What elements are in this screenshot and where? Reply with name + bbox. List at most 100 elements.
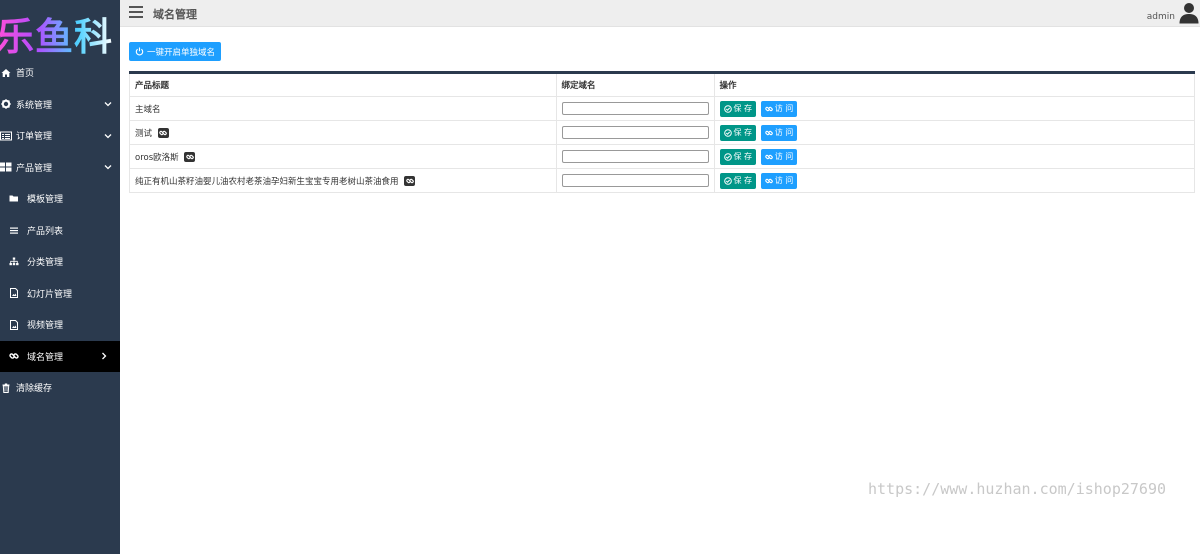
sidebar-item-label: 订单管理 (16, 132, 53, 143)
user-name[interactable]: admin (1147, 12, 1175, 22)
visit-label: 访 问 (774, 128, 794, 137)
visit-label: 访 问 (774, 152, 794, 161)
domain-cell (555, 168, 715, 193)
sidebar-item-label: 域名管理 (27, 352, 64, 363)
sidebar-item-categories[interactable]: 分类管理 (0, 246, 120, 278)
sidebar-nav: 首页 系统管理 订单管理 产品管理 模板管理 产品列表 分类管理 幻灯片管理 视… (0, 57, 120, 404)
link-icon (764, 177, 773, 185)
sidebar-item-label: 产品管理 (16, 163, 53, 174)
check-circle-icon (723, 104, 732, 113)
chevron-down-icon (104, 163, 112, 171)
column-header-domain: 绑定域名 (555, 72, 715, 97)
column-header-actions: 操作 (713, 72, 1196, 97)
product-title: oros欧洛斯 (135, 152, 179, 163)
link-icon[interactable] (404, 176, 416, 186)
link-icon[interactable] (184, 152, 196, 162)
image-icon (8, 319, 20, 331)
save-label: 保 存 (733, 176, 753, 185)
save-button[interactable]: 保 存 (719, 100, 757, 117)
sidebar-item-home[interactable]: 首页 (0, 57, 120, 89)
check-circle-icon (723, 128, 732, 137)
column-header-title: 产品标题 (129, 72, 557, 97)
gear-icon (0, 98, 12, 110)
chevron-down-icon (104, 100, 112, 108)
domain-input[interactable] (561, 126, 709, 139)
product-title-cell: 主域名 (129, 96, 557, 121)
sidebar-item-slides[interactable]: 幻灯片管理 (0, 278, 120, 310)
visit-button[interactable]: 访 问 (760, 100, 798, 117)
link-icon[interactable] (157, 128, 169, 138)
visit-label: 访 问 (774, 176, 794, 185)
product-title-cell: 纯正有机山茶籽油婴儿油农村老茶油孕妇新生宝宝专用老树山茶油食用 (129, 168, 557, 193)
actions-cell: 保 存 访 问 (713, 168, 1196, 193)
top-header: 域名管理 admin (120, 0, 1200, 27)
sidebar-item-products[interactable]: 产品管理 (0, 152, 120, 184)
sidebar-item-videos[interactable]: 视频管理 (0, 309, 120, 341)
table-row: 测试 保 存 访 问 (129, 120, 1196, 145)
sidebar-item-domains[interactable]: 域名管理 (0, 340, 120, 372)
product-title-cell: oros欧洛斯 (129, 144, 557, 169)
save-button[interactable]: 保 存 (719, 172, 757, 189)
power-icon (135, 47, 144, 56)
product-title: 主域名 (135, 104, 161, 115)
sidebar-item-label: 视频管理 (27, 321, 64, 332)
sidebar-item-label: 产品列表 (27, 226, 64, 237)
page-title: 域名管理 (153, 8, 197, 21)
sidebar-item-product-list[interactable]: 产品列表 (0, 215, 120, 247)
domain-input[interactable] (561, 174, 709, 187)
chevron-down-icon (104, 132, 112, 140)
sidebar-item-label: 首页 (16, 69, 35, 80)
list-icon (0, 130, 12, 142)
link-icon (764, 129, 773, 137)
home-icon (0, 67, 12, 79)
sidebar-item-clear-cache[interactable]: 清除缓存 (0, 372, 120, 404)
sidebar-item-orders[interactable]: 订单管理 (0, 120, 120, 152)
domain-input[interactable] (561, 150, 709, 163)
product-title: 测试 (135, 128, 153, 139)
image-icon (8, 287, 20, 299)
visit-label: 访 问 (774, 104, 794, 113)
sitemap-icon (8, 256, 20, 268)
logo: 乐鱼科 (0, 0, 120, 54)
table-row: 纯正有机山茶籽油婴儿油农村老茶油孕妇新生宝宝专用老树山茶油食用 保 存 访 问 (129, 168, 1196, 193)
visit-button[interactable]: 访 问 (760, 124, 798, 141)
sidebar-item-label: 系统管理 (16, 100, 53, 111)
check-circle-icon (723, 176, 732, 185)
link-icon (764, 153, 773, 161)
link-icon (8, 350, 20, 362)
domains-table: 产品标题 绑定域名 操作 主域名 保 存 访 问 测试 保 存 访 问 oros… (129, 71, 1196, 193)
save-label: 保 存 (733, 128, 753, 137)
save-button[interactable]: 保 存 (719, 148, 757, 165)
actions-cell: 保 存 访 问 (713, 144, 1196, 169)
sidebar-item-label: 分类管理 (27, 258, 64, 269)
sidebar-item-templates[interactable]: 模板管理 (0, 183, 120, 215)
domain-cell (555, 96, 715, 121)
chevron-right-icon (100, 352, 108, 360)
hamburger-menu-icon[interactable] (129, 6, 143, 18)
sidebar-item-label: 模板管理 (27, 195, 64, 206)
sidebar-item-system[interactable]: 系统管理 (0, 89, 120, 121)
enable-domains-button[interactable]: 一键开启单独域名 (129, 42, 222, 61)
table-header-row: 产品标题 绑定域名 操作 (129, 72, 1196, 97)
actions-cell: 保 存 访 问 (713, 96, 1196, 121)
domain-cell (555, 120, 715, 145)
sidebar-item-label: 幻灯片管理 (27, 289, 73, 300)
domain-cell (555, 144, 715, 169)
folder-icon (8, 193, 20, 205)
table-row: 主域名 保 存 访 问 (129, 96, 1196, 121)
link-icon (764, 105, 773, 113)
watermark-text: https://www.huzhan.com/ishop27690 (868, 480, 1167, 498)
save-button[interactable]: 保 存 (719, 124, 757, 141)
product-title-cell: 测试 (129, 120, 557, 145)
visit-button[interactable]: 访 问 (760, 172, 798, 189)
logo-text: 乐鱼科 (0, 6, 113, 54)
visit-button[interactable]: 访 问 (760, 148, 798, 165)
trash-icon (0, 382, 12, 394)
save-label: 保 存 (733, 104, 753, 113)
domain-input[interactable] (561, 102, 709, 115)
bars-icon (8, 224, 20, 236)
sidebar: 乐鱼科 首页 系统管理 订单管理 产品管理 模板管理 产品列表 分类管理 幻灯片… (0, 0, 120, 554)
main-content: 一键开启单独域名 产品标题 绑定域名 操作 主域名 保 存 访 问 测试 保 存… (120, 28, 1200, 554)
save-label: 保 存 (733, 152, 753, 161)
user-avatar-icon[interactable] (1179, 2, 1199, 24)
